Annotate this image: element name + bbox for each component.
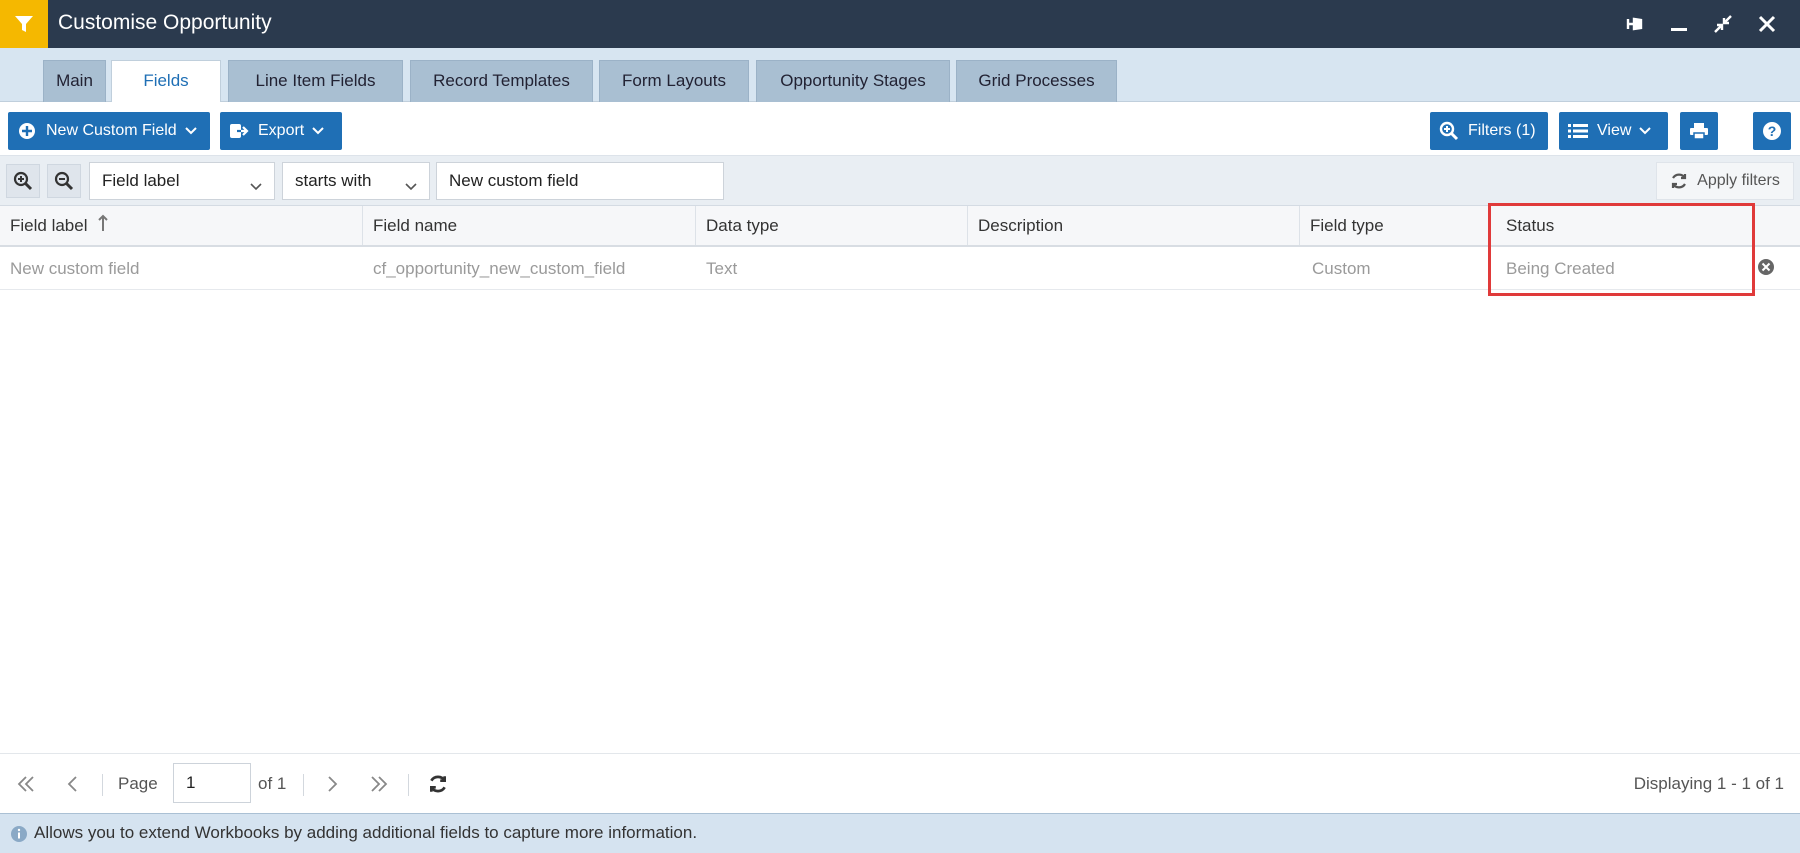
- column-data-type[interactable]: Data type: [696, 206, 968, 245]
- printer-icon: [1680, 112, 1718, 150]
- window-title: Customise Opportunity: [58, 11, 272, 34]
- filter-logo-icon: [0, 0, 48, 48]
- column-field-label[interactable]: Field label: [0, 206, 363, 245]
- customise-opportunity-window: Customise Opportunity Main Fields (126) …: [0, 0, 1800, 853]
- next-page-icon[interactable]: [314, 766, 350, 802]
- column-field-label-text: Field label: [10, 216, 88, 235]
- chevron-down-icon: [177, 112, 205, 150]
- plus-circle-icon: [8, 112, 46, 150]
- filters-button[interactable]: Filters (1): [1430, 112, 1548, 150]
- filter-field-value: Field label: [102, 171, 180, 190]
- refresh-icon: [1670, 172, 1688, 190]
- tab-line-item-fields[interactable]: Line Item Fields (61): [228, 60, 403, 130]
- new-custom-field-button[interactable]: New Custom Field: [8, 112, 210, 150]
- filter-bar: Field label starts with Apply filters: [0, 156, 1800, 206]
- list-icon: [1559, 112, 1597, 150]
- last-page-icon[interactable]: [361, 766, 397, 802]
- chevron-down-icon: [1631, 112, 1659, 150]
- filters-label: Filters (1): [1468, 122, 1536, 139]
- tab-main[interactable]: Main: [43, 60, 106, 102]
- zoom-out-icon[interactable]: [47, 164, 81, 198]
- tab-fields[interactable]: Fields (126): [111, 60, 221, 130]
- apply-filters-label: Apply filters: [1697, 172, 1780, 189]
- column-field-type[interactable]: Field type: [1300, 206, 1491, 245]
- pager-separator: [408, 774, 409, 796]
- view-button[interactable]: View: [1559, 112, 1668, 150]
- tab-record-templates[interactable]: Record Templates (0): [410, 60, 593, 130]
- help-icon: ?: [1753, 112, 1791, 150]
- chevron-down-icon: [405, 176, 417, 196]
- cell-description: [968, 247, 978, 289]
- tab-opportunity-stages[interactable]: Opportunity Stages (6): [756, 60, 950, 130]
- pin-icon[interactable]: [1620, 9, 1650, 39]
- chevron-down-icon: [250, 176, 262, 196]
- export-label: Export: [258, 122, 305, 139]
- sort-ascending-icon: [98, 207, 108, 247]
- new-custom-field-label: New Custom Field: [46, 122, 177, 139]
- previous-page-icon[interactable]: [55, 766, 91, 802]
- cell-field-name: cf_opportunity_new_custom_field: [373, 259, 626, 278]
- tab-bar: Main Fields (126) Line Item Fields (61) …: [0, 48, 1800, 130]
- filter-operator-select[interactable]: starts with: [282, 162, 430, 200]
- apply-filters-button[interactable]: Apply filters: [1656, 162, 1794, 200]
- zoom-in-icon[interactable]: [6, 164, 40, 198]
- filter-field-select[interactable]: Field label: [89, 162, 275, 200]
- column-description[interactable]: Description: [968, 206, 1300, 245]
- toolbar: New Custom Field Export Filters (1) View…: [0, 102, 1800, 156]
- svg-text:?: ?: [1768, 123, 1777, 139]
- filter-operator-value: starts with: [295, 171, 372, 190]
- filter-value-input[interactable]: [436, 162, 724, 200]
- export-button[interactable]: Export: [220, 112, 342, 150]
- view-label: View: [1597, 122, 1632, 139]
- cell-status: Being Created: [1506, 259, 1615, 278]
- tab-grid-processes[interactable]: Grid Processes (0): [956, 60, 1117, 130]
- remove-row-icon[interactable]: [1757, 258, 1775, 276]
- chevron-down-icon: [304, 112, 332, 150]
- refresh-icon[interactable]: [420, 766, 456, 802]
- column-field-name[interactable]: Field name: [363, 206, 696, 245]
- cell-data-type: Text: [706, 259, 738, 278]
- info-icon: [10, 825, 28, 843]
- info-text: Allows you to extend Workbooks by adding…: [34, 823, 698, 842]
- column-status[interactable]: Status: [1496, 206, 1751, 245]
- pager-separator: [102, 774, 103, 796]
- close-icon[interactable]: [1752, 9, 1782, 39]
- zoom-filter-icon: [1430, 112, 1468, 150]
- table-row[interactable]: New custom field cf_opportunity_new_cust…: [0, 247, 1800, 290]
- page-label: Page: [118, 774, 158, 793]
- export-icon: [220, 112, 258, 150]
- title-bar: Customise Opportunity: [0, 0, 1800, 48]
- page-number-input[interactable]: [173, 763, 251, 803]
- info-bar: Allows you to extend Workbooks by adding…: [0, 813, 1800, 853]
- minimize-icon[interactable]: [1664, 9, 1694, 39]
- help-button[interactable]: ?: [1753, 112, 1791, 150]
- restore-icon[interactable]: [1708, 9, 1738, 39]
- pager-separator: [303, 774, 304, 796]
- tab-form-layouts[interactable]: Form Layouts (7): [599, 60, 749, 130]
- print-button[interactable]: [1680, 112, 1718, 150]
- displaying-count: Displaying 1 - 1 of 1: [1633, 774, 1784, 793]
- pagination-bar: Page of 1 Displaying 1 - 1 of 1: [0, 753, 1800, 813]
- cell-field-type: Custom: [1312, 259, 1371, 278]
- page-count-label: of 1: [258, 774, 287, 793]
- cell-field-label: New custom field: [10, 259, 140, 278]
- grid-header: Field label Field name Data type Descrip…: [0, 206, 1800, 247]
- first-page-icon[interactable]: [8, 766, 44, 802]
